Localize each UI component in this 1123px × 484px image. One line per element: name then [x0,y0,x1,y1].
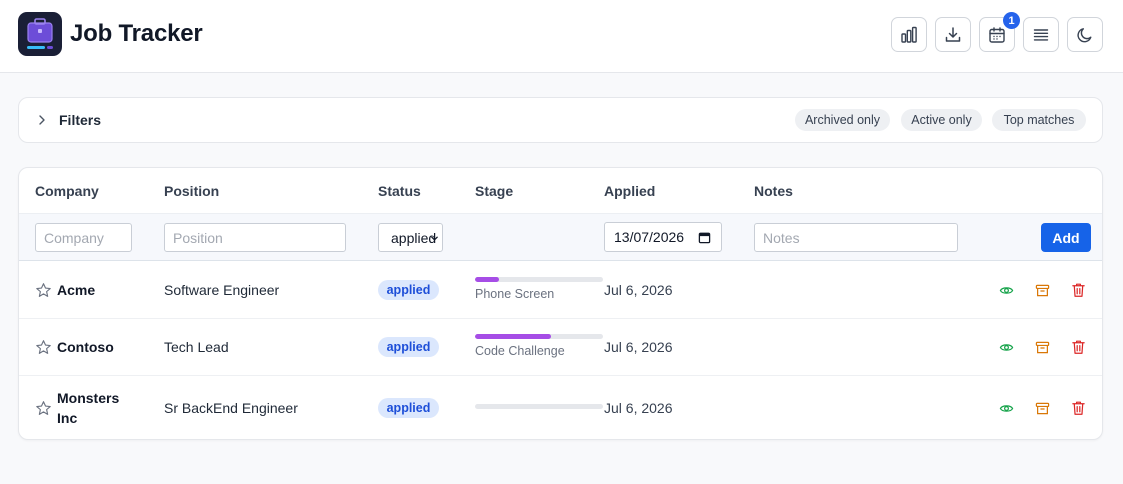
column-header-notes[interactable]: Notes [754,183,793,199]
density-button[interactable] [1023,17,1059,52]
status-select[interactable]: applied [378,223,443,252]
notes-input[interactable] [754,223,958,252]
applied-date-input[interactable]: 13/07/2026 [604,222,722,252]
calendar-icon [989,26,1005,43]
column-header-position[interactable]: Position [164,183,219,199]
trash-icon[interactable] [1071,282,1086,298]
chip-top-matches[interactable]: Top matches [992,109,1086,131]
filters-label: Filters [59,112,102,128]
position-title: Sr BackEnd Engineer [164,400,298,416]
calendar-badge: 1 [1003,12,1020,29]
new-job-row: applied 13/07/2026 Add [19,213,1102,261]
chevron-down-icon [431,236,438,241]
applied-date: Jul 6, 2026 [604,400,673,416]
stats-button[interactable] [891,17,927,52]
company-input[interactable] [35,223,132,252]
add-job-button[interactable]: Add [1041,223,1091,252]
column-header-applied[interactable]: Applied [604,183,655,199]
chip-archived-only[interactable]: Archived only [795,109,890,131]
chip-active-only[interactable]: Active only [901,109,982,131]
app-logo [18,12,62,56]
trash-icon[interactable] [1071,400,1086,416]
stage-progress-fill [475,277,500,282]
stage-progress-bar [475,277,603,282]
eye-icon[interactable] [999,283,1014,298]
status-badge: applied [378,280,439,300]
position-title: Software Engineer [164,282,280,298]
applied-date: Jul 6, 2026 [604,282,673,298]
company-name: Monsters Inc [57,390,120,426]
calendar-button[interactable]: 1 [979,12,1020,52]
briefcase-icon [27,18,53,49]
list-icon [1033,28,1049,41]
company-name: Acme [57,282,96,298]
archive-icon[interactable] [1035,401,1050,416]
theme-toggle-button[interactable] [1067,17,1103,52]
moon-icon [1077,27,1092,42]
star-icon[interactable] [35,339,52,356]
stage-progress-fill [475,334,551,339]
star-icon[interactable] [35,400,52,417]
archive-icon[interactable] [1035,283,1050,298]
column-header-stage[interactable]: Stage [475,183,513,199]
trash-icon[interactable] [1071,339,1086,355]
eye-icon[interactable] [999,401,1014,416]
applied-date-value: 13/07/2026 [614,229,685,245]
table-row: Monsters Inc Sr BackEnd Engineer applied… [19,376,1102,439]
company-name: Contoso [57,339,114,355]
status-badge: applied [378,337,439,357]
app-title: Job Tracker [70,20,203,47]
stage-label: Code Challenge [475,344,565,358]
export-button[interactable] [935,17,971,52]
stage-progress-bar [475,404,603,409]
filters-toggle[interactable]: Filters [35,98,101,142]
stage-label: Phone Screen [475,287,555,301]
table-row: Contoso Tech Lead applied Code Challenge… [19,319,1102,376]
position-title: Tech Lead [164,339,229,355]
position-input[interactable] [164,223,346,252]
applied-date: Jul 6, 2026 [604,339,673,355]
star-icon[interactable] [35,282,52,299]
bar-chart-icon [901,26,917,43]
column-header-company[interactable]: Company [35,183,99,199]
stage-progress-bar [475,334,603,339]
eye-icon[interactable] [999,340,1014,355]
download-icon [945,26,961,42]
table-row: Acme Software Engineer applied Phone Scr… [19,262,1102,319]
filters-panel: Filters Archived only Active only Top ma… [18,97,1103,143]
status-badge: applied [378,398,439,418]
archive-icon[interactable] [1035,340,1050,355]
calendar-picker-icon[interactable] [698,231,711,244]
chevron-right-icon [39,115,45,125]
jobs-table: Company Position Status Stage Applied No… [18,167,1103,440]
app-header: Job Tracker 1 [0,0,1123,73]
column-header-status[interactable]: Status [378,183,421,199]
